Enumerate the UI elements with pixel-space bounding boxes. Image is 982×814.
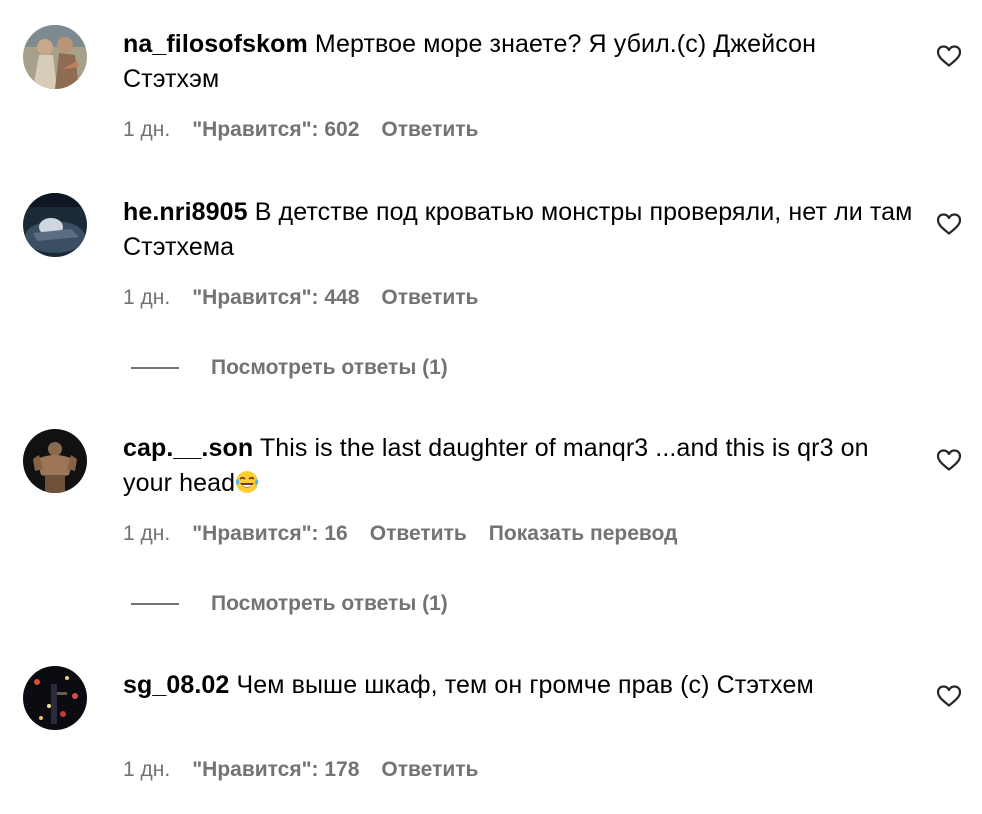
comment-text: Чем выше шкаф, тем он громче прав (с) Ст… xyxy=(229,671,814,699)
comment-username[interactable]: na_filosofskom xyxy=(123,30,308,58)
avatar[interactable] xyxy=(23,25,87,89)
comment-username[interactable]: he.nri8905 xyxy=(123,198,248,226)
comment-time[interactable]: 1 дн. xyxy=(123,756,170,784)
replies-divider-line xyxy=(131,367,179,370)
comment-likes[interactable]: "Нравится": 602 xyxy=(192,116,359,144)
reply-button[interactable]: Ответить xyxy=(381,116,478,144)
comment-time[interactable]: 1 дн. xyxy=(123,520,170,548)
avatar[interactable] xyxy=(23,193,87,257)
comment-meta: 1 дн. "Нравится": 178 Ответить xyxy=(123,756,500,784)
view-replies-button[interactable]: Посмотреть ответы (1) xyxy=(131,589,448,619)
heart-icon[interactable] xyxy=(936,212,962,236)
comment-meta: 1 дн. "Нравится": 602 Ответить xyxy=(123,116,500,144)
view-replies-label: Посмотреть ответы (1) xyxy=(211,592,448,615)
comment-time[interactable]: 1 дн. xyxy=(123,284,170,312)
replies-divider-line xyxy=(131,603,179,606)
reply-button[interactable]: Ответить xyxy=(370,520,467,548)
comment-body: sg_08.02 Чем выше шкаф, тем он громче пр… xyxy=(123,668,913,703)
heart-icon[interactable] xyxy=(936,684,962,708)
view-replies-label: Посмотреть ответы (1) xyxy=(211,356,448,379)
comment-likes[interactable]: "Нравится": 178 xyxy=(192,756,359,784)
heart-icon[interactable] xyxy=(936,448,962,472)
view-replies-button[interactable]: Посмотреть ответы (1) xyxy=(131,353,448,383)
avatar[interactable] xyxy=(23,429,87,493)
comment-meta: 1 дн. "Нравится": 16 Ответить Показать пере… xyxy=(123,520,677,548)
face-with-tears-of-joy-icon xyxy=(235,469,259,493)
comment-username[interactable]: sg_08.02 xyxy=(123,671,229,699)
avatar[interactable] xyxy=(23,666,87,730)
heart-icon[interactable] xyxy=(936,44,962,68)
comment-meta: 1 дн. "Нравится": 448 Ответить xyxy=(123,284,500,312)
comment-likes[interactable]: "Нравится": 448 xyxy=(192,284,359,312)
comment-time[interactable]: 1 дн. xyxy=(123,116,170,144)
comment-body: he.nri8905 В детстве под кроватью монстр… xyxy=(123,195,913,265)
comment-body: cap.__.son This is the last daughter of … xyxy=(123,431,913,501)
reply-button[interactable]: Ответить xyxy=(381,756,478,784)
reply-button[interactable]: Ответить xyxy=(381,284,478,312)
comment-body: na_filosofskom Мертвое море знаете? Я уб… xyxy=(123,27,913,97)
show-translation-button[interactable]: Показать перевод xyxy=(489,520,678,548)
comment-username[interactable]: cap.__.son xyxy=(123,434,253,462)
comment-likes[interactable]: "Нравится": 16 xyxy=(192,520,348,548)
